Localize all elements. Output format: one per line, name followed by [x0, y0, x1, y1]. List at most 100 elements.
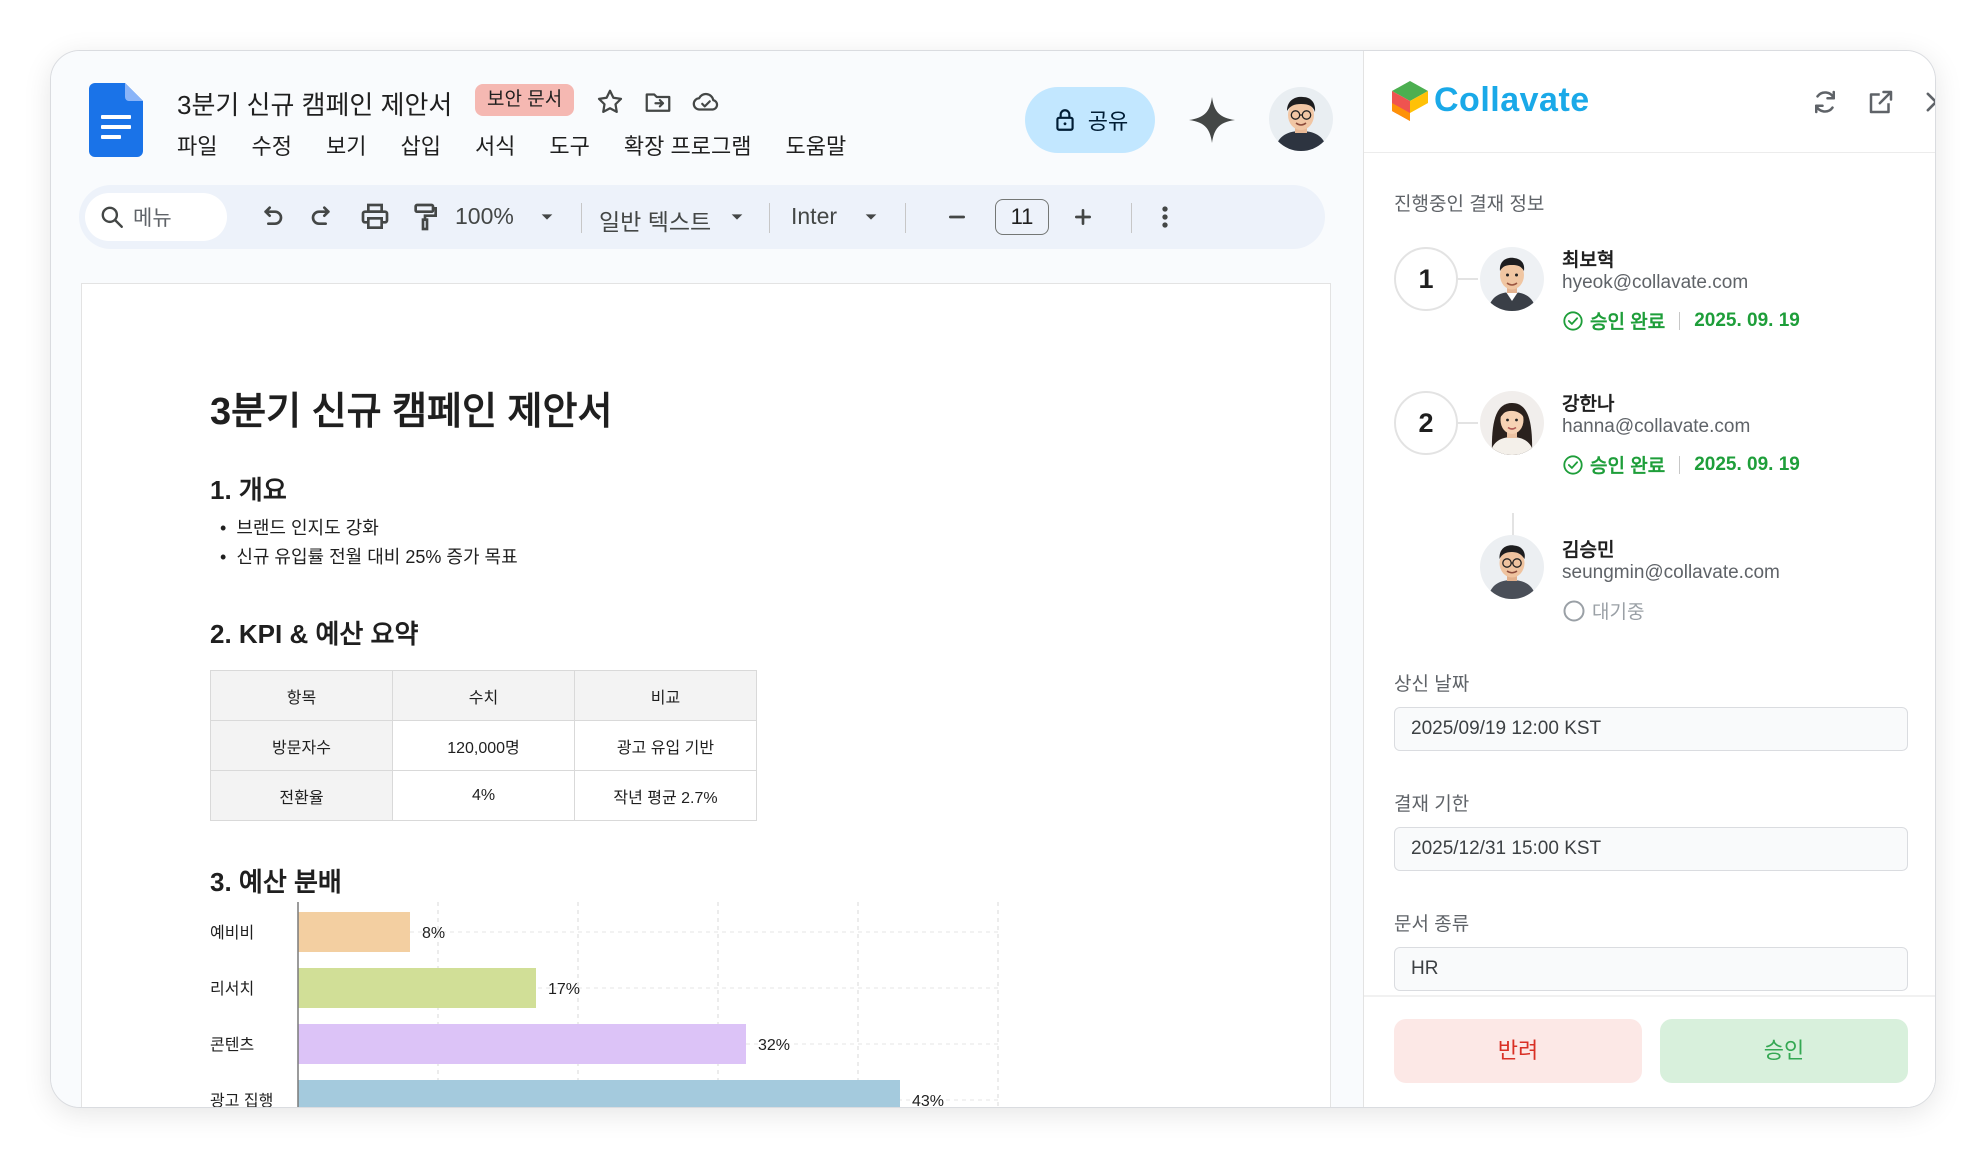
menu-view[interactable]: 보기 [326, 129, 366, 161]
approver-name: 최보혁 [1562, 250, 1615, 271]
menu-file[interactable]: 파일 [177, 129, 217, 161]
chart-category-label: 콘텐츠 [210, 1036, 254, 1054]
document-heading: 3분기 신규 캠페인 제안서 [210, 391, 613, 433]
chart-bar [298, 912, 410, 952]
status-text: 승인 완료 [1590, 312, 1666, 333]
menu-search[interactable]: 메뉴 [85, 193, 227, 241]
close-icon[interactable] [1922, 87, 1936, 117]
chart-value-label: 43% [912, 1093, 944, 1108]
redo-icon[interactable] [307, 201, 339, 233]
step-connector [1458, 422, 1478, 424]
table-row: 방문자수 120,000명 광고 유입 기반 [210, 720, 757, 771]
status-divider [1679, 311, 1681, 330]
open-external-icon[interactable] [1866, 87, 1896, 117]
chart-value-label: 17% [548, 981, 580, 998]
search-icon [101, 206, 123, 228]
pending-circle-icon [1563, 600, 1585, 621]
undo-icon[interactable] [255, 201, 287, 233]
collavate-panel: Collavate 진행중인 결재 정보 1 최보혁 hyeok@collava… [1363, 51, 1936, 1107]
menu-edit[interactable]: 수정 [251, 129, 291, 161]
deadline-field[interactable]: 2025/12/31 15:00 KST [1394, 827, 1908, 871]
menu-format[interactable]: 서식 [475, 129, 515, 161]
menu-insert[interactable]: 삽입 [400, 129, 440, 161]
star-icon[interactable] [595, 87, 625, 117]
user-avatar[interactable] [1269, 87, 1333, 151]
collavate-logo-icon [1392, 81, 1428, 121]
panel-header: Collavate [1364, 51, 1936, 153]
menu-help[interactable]: 도움말 [785, 129, 846, 161]
toolbar-divider [905, 203, 906, 233]
docs-logo-icon[interactable] [89, 83, 143, 157]
chart-bar [298, 968, 536, 1008]
panel-footer: 반려 승인 [1364, 995, 1935, 1107]
approver-name: 강한나 [1562, 394, 1615, 415]
decrease-font-size-icon[interactable] [941, 201, 973, 233]
table-header-cell: 수치 [392, 670, 575, 721]
deadline-label: 결재 기한 [1394, 794, 1470, 815]
table-cell: 광고 유입 기반 [574, 720, 757, 771]
approval-status: 승인 완료 2025. 09. 19 [1562, 451, 1800, 478]
document-title[interactable]: 3분기 신규 캠페인 제안서 [177, 85, 452, 122]
approver-email: seungmin@collavate.com [1562, 562, 1780, 583]
approval-section-label: 진행중인 결재 정보 [1394, 194, 1545, 215]
status-divider [1679, 455, 1681, 474]
document-type-field[interactable]: HR [1394, 947, 1908, 991]
print-icon[interactable] [359, 201, 391, 233]
cloud-saved-icon[interactable] [691, 87, 721, 117]
step-number: 1 [1394, 247, 1458, 311]
style-dropdown-icon[interactable] [721, 201, 753, 233]
reject-button[interactable]: 반려 [1394, 1019, 1642, 1083]
paint-format-icon[interactable] [409, 201, 441, 233]
check-circle-icon [1563, 310, 1583, 331]
increase-font-size-icon[interactable] [1067, 201, 1099, 233]
avatar [1480, 391, 1544, 455]
zoom-value[interactable]: 100% [455, 203, 514, 230]
formatting-toolbar: 메뉴 100% 일반 텍스트 Inter 11 [79, 185, 1325, 249]
chart-bar [298, 1080, 900, 1107]
menu-extensions[interactable]: 확장 프로그램 [624, 129, 752, 161]
table-cell: 작년 평균 2.7% [574, 770, 757, 821]
toolbar-divider [581, 203, 582, 233]
toolbar-divider [769, 203, 770, 233]
approve-button[interactable]: 승인 [1660, 1019, 1908, 1083]
section-budget-heading: 3. 예산 분배 [210, 867, 342, 897]
font-family[interactable]: Inter [791, 203, 837, 230]
table-cell: 120,000명 [392, 720, 575, 771]
submit-date-field[interactable]: 2025/09/19 12:00 KST [1394, 707, 1908, 751]
share-button[interactable]: 공유 [1025, 87, 1155, 153]
approver-name: 김승민 [1562, 540, 1615, 561]
document-page[interactable]: 3분기 신규 캠페인 제안서 1. 개요 브랜드 인지도 강화 신규 유입률 전… [81, 283, 1331, 1108]
approval-date: 2025. 09. 19 [1694, 453, 1800, 475]
chart-category-label: 예비비 [210, 924, 254, 942]
menu-tools[interactable]: 도구 [549, 129, 589, 161]
chart-value-label: 32% [758, 1037, 790, 1054]
security-badge: 보안 문서 [475, 84, 575, 116]
avatar [1480, 535, 1544, 599]
budget-bar-chart: 예비비 8% 리서치 17% 콘텐츠 32% 광고 집행 43% [210, 902, 999, 1108]
collavate-brand: Collavate [1434, 81, 1590, 119]
more-options-icon[interactable] [1149, 201, 1181, 233]
table-header-row: 항목 수치 비교 [210, 670, 757, 721]
step-connector [1458, 278, 1478, 280]
zoom-dropdown-icon[interactable] [531, 201, 563, 233]
chart-category-label: 리서치 [210, 980, 254, 998]
submit-date-label: 상신 날짜 [1394, 674, 1470, 695]
font-dropdown-icon[interactable] [855, 201, 887, 233]
section-overview-heading: 1. 개요 [210, 475, 287, 505]
table-header-cell: 비교 [574, 670, 757, 721]
refresh-icon[interactable] [1810, 87, 1840, 117]
move-to-folder-icon[interactable] [643, 87, 673, 117]
list-item: 브랜드 인지도 강화 [220, 514, 518, 543]
table-row: 전환율 4% 작년 평균 2.7% [210, 770, 757, 821]
status-text: 승인 완료 [1590, 456, 1666, 477]
menu-bar: 파일 수정 보기 삽입 서식 도구 확장 프로그램 도움말 [177, 129, 880, 161]
chart-category-label: 광고 집행 [210, 1092, 273, 1108]
paragraph-style[interactable]: 일반 텍스트 [599, 203, 711, 237]
font-size-input[interactable]: 11 [995, 199, 1049, 235]
list-item: 신규 유입률 전월 대비 25% 증가 목표 [220, 543, 517, 572]
menu-search-input[interactable]: 메뉴 [133, 202, 172, 232]
gemini-sparkle-icon[interactable] [1187, 95, 1237, 145]
chart-bar [298, 1024, 746, 1064]
document-type-label: 문서 종류 [1394, 914, 1470, 935]
overview-bullets: 브랜드 인지도 강화 신규 유입률 전월 대비 25% 증가 목표 [220, 514, 518, 572]
